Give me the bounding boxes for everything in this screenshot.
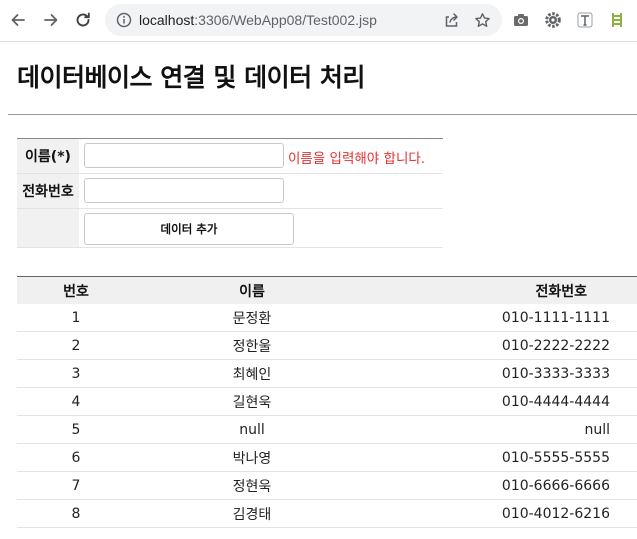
- cell-phone: 010-2222-2222: [501, 337, 610, 354]
- reload-button[interactable]: [72, 9, 94, 31]
- cell-name: 김경태: [232, 506, 272, 523]
- forward-button[interactable]: [40, 9, 62, 31]
- cell-name: 박나영: [232, 450, 272, 467]
- table-row: 5 null null: [17, 416, 637, 444]
- address-bar[interactable]: localhost:3306/WebApp08/Test002.jsp: [105, 4, 502, 36]
- reload-icon: [76, 12, 90, 27]
- info-icon: [116, 12, 132, 28]
- table-row: 6 박나영 010-5555-5555: [17, 444, 637, 472]
- submit-row-label-cell: [17, 209, 79, 247]
- browser-toolbar: localhost:3306/WebApp08/Test002.jsp: [0, 0, 637, 42]
- header-phone: 전화번호: [535, 283, 587, 300]
- phone-input[interactable]: [84, 178, 284, 203]
- share-icon: [445, 12, 458, 27]
- name-error-message: 이름을 입력해야 합니다.: [288, 151, 426, 167]
- arrow-right-icon: [44, 14, 58, 26]
- cell-phone: 010-4444-4444: [501, 393, 610, 410]
- screenshot-extension-button[interactable]: [510, 9, 532, 31]
- cell-name: null: [239, 421, 265, 438]
- table-row: 3 최혜인 010-3333-3333: [17, 360, 637, 388]
- cell-number: 4: [71, 393, 81, 410]
- bookmark-button[interactable]: [472, 10, 492, 30]
- back-button[interactable]: [7, 9, 29, 31]
- cell-number: 7: [71, 477, 81, 494]
- text-extension-button[interactable]: [574, 9, 596, 31]
- divider: [8, 114, 637, 115]
- table-header-row: 번호 이름 전화번호: [17, 277, 637, 304]
- table-row: 2 정한울 010-2222-2222: [17, 332, 637, 360]
- cell-name: 정현욱: [232, 478, 272, 495]
- name-label: 이름(*): [17, 139, 79, 173]
- add-data-button[interactable]: 데이터 추가: [84, 213, 294, 245]
- share-button[interactable]: [441, 10, 461, 30]
- header-number: 번호: [63, 283, 89, 300]
- table-row: 8 김경태 010-4012-6216: [17, 500, 637, 528]
- text-t-icon: [577, 12, 593, 28]
- cell-number: 2: [71, 337, 81, 354]
- cell-phone: 010-3333-3333: [501, 365, 610, 382]
- cell-number: 8: [71, 505, 81, 522]
- gear-icon: [545, 12, 561, 28]
- table-row: 4 길현욱 010-4444-4444: [17, 388, 637, 416]
- table-row: 7 정현욱 010-6666-6666: [17, 472, 637, 500]
- url-path: :3306/WebApp08/Test002.jsp: [194, 12, 377, 28]
- cell-phone: null: [584, 421, 610, 438]
- cell-number: 6: [71, 449, 81, 466]
- page-title: 데이터베이스 연결 및 데이터 처리: [17, 63, 365, 92]
- form-row-name: 이름(*) 이름을 입력해야 합니다.: [17, 139, 443, 174]
- arrow-left-icon: [11, 14, 25, 26]
- cell-phone: 010-1111-1111: [501, 309, 610, 326]
- cell-number: 5: [71, 421, 81, 438]
- cell-number: 3: [71, 365, 81, 382]
- form-row-submit: 데이터 추가: [17, 209, 443, 248]
- form-row-phone: 전화번호: [17, 174, 443, 209]
- phone-label: 전화번호: [17, 174, 79, 208]
- cell-phone: 010-5555-5555: [501, 449, 610, 466]
- member-table: 번호 이름 전화번호 1 문정환 010-1111-1111 2 정한울 010…: [17, 276, 637, 528]
- header-name: 이름: [239, 283, 265, 300]
- url-text: localhost:3306/WebApp08/Test002.jsp: [139, 12, 377, 28]
- settings-extension-button[interactable]: [542, 9, 564, 31]
- name-input[interactable]: [84, 143, 284, 168]
- table-row: 1 문정환 010-1111-1111: [17, 304, 637, 332]
- cell-phone: 010-4012-6216: [501, 505, 610, 522]
- cell-number: 1: [71, 309, 81, 326]
- cell-name: 길현욱: [232, 394, 272, 411]
- cell-phone: 010-6666-6666: [501, 477, 610, 494]
- url-host: localhost: [139, 12, 195, 28]
- star-icon: [474, 12, 490, 27]
- ladder-icon: [612, 13, 622, 27]
- site-info-button[interactable]: [113, 9, 135, 31]
- camera-icon: [514, 14, 528, 26]
- cell-name: 정한울: [232, 338, 272, 355]
- cell-name: 최혜인: [232, 366, 272, 383]
- member-form: 이름(*) 이름을 입력해야 합니다. 전화번호 데이터 추가: [17, 138, 443, 248]
- cell-name: 문정환: [232, 310, 272, 327]
- ladder-extension-button[interactable]: [606, 9, 628, 31]
